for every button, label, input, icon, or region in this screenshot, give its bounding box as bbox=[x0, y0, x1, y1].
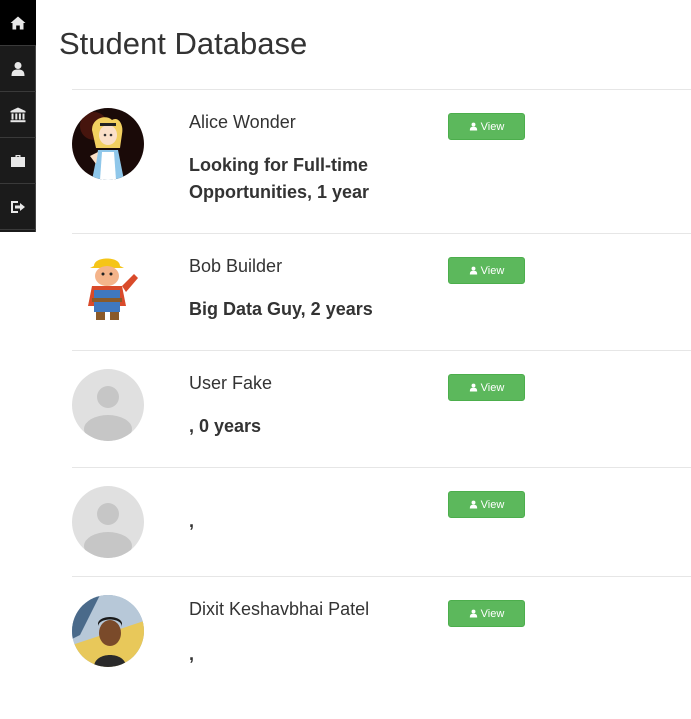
user-icon bbox=[469, 266, 477, 275]
student-row: Bob Builder Big Data Guy, 2 years View bbox=[72, 233, 691, 350]
student-headline: , 0 years bbox=[189, 416, 262, 436]
student-headline: , bbox=[189, 511, 195, 531]
view-button[interactable]: View bbox=[448, 600, 525, 627]
logout-icon bbox=[11, 200, 25, 213]
view-button[interactable]: View bbox=[448, 374, 525, 401]
student-list: Alice Wonder Looking for Full-time Oppor… bbox=[72, 89, 691, 686]
sidebar-item-home[interactable] bbox=[0, 0, 36, 46]
student-name: Dixit Keshavbhai Patel bbox=[189, 599, 370, 619]
bob-avatar bbox=[72, 252, 144, 324]
student-name: Bob Builder bbox=[189, 256, 283, 276]
view-button-label: View bbox=[480, 498, 505, 511]
default-avatar bbox=[72, 369, 144, 441]
user-icon bbox=[469, 383, 477, 392]
view-button-label: View bbox=[480, 381, 505, 394]
sidebar-item-institution[interactable] bbox=[0, 92, 36, 138]
user-icon bbox=[469, 609, 477, 618]
alice-avatar bbox=[72, 108, 144, 180]
student-name: User Fake bbox=[189, 373, 273, 393]
student-headline: Looking for Full-time Opportunities, 1 y… bbox=[189, 155, 370, 202]
institution-icon bbox=[10, 107, 26, 122]
student-row: Dixit Keshavbhai Patel , View bbox=[72, 576, 691, 686]
sidebar-item-logout[interactable] bbox=[0, 184, 36, 230]
student-headline: , bbox=[189, 644, 195, 664]
home-icon bbox=[10, 16, 26, 29]
student-row: , View bbox=[72, 467, 691, 576]
photo-avatar bbox=[72, 595, 144, 667]
sidebar bbox=[0, 0, 36, 232]
student-name: Alice Wonder bbox=[189, 112, 296, 132]
student-row: User Fake , 0 years View bbox=[72, 350, 691, 467]
view-button[interactable]: View bbox=[448, 491, 525, 518]
view-button-label: View bbox=[480, 607, 505, 620]
sidebar-item-jobs[interactable] bbox=[0, 138, 36, 184]
user-icon bbox=[11, 61, 25, 76]
view-button[interactable]: View bbox=[448, 113, 525, 140]
view-button[interactable]: View bbox=[448, 257, 525, 284]
view-button-label: View bbox=[480, 264, 505, 277]
default-avatar bbox=[72, 486, 144, 558]
user-icon bbox=[469, 122, 477, 131]
student-row: Alice Wonder Looking for Full-time Oppor… bbox=[72, 89, 691, 233]
user-icon bbox=[469, 500, 477, 509]
student-headline: Big Data Guy, 2 years bbox=[189, 299, 373, 319]
sidebar-item-profile[interactable] bbox=[0, 46, 36, 92]
page-title: Student Database bbox=[59, 26, 308, 61]
view-button-label: View bbox=[480, 120, 505, 133]
briefcase-icon bbox=[11, 154, 25, 167]
